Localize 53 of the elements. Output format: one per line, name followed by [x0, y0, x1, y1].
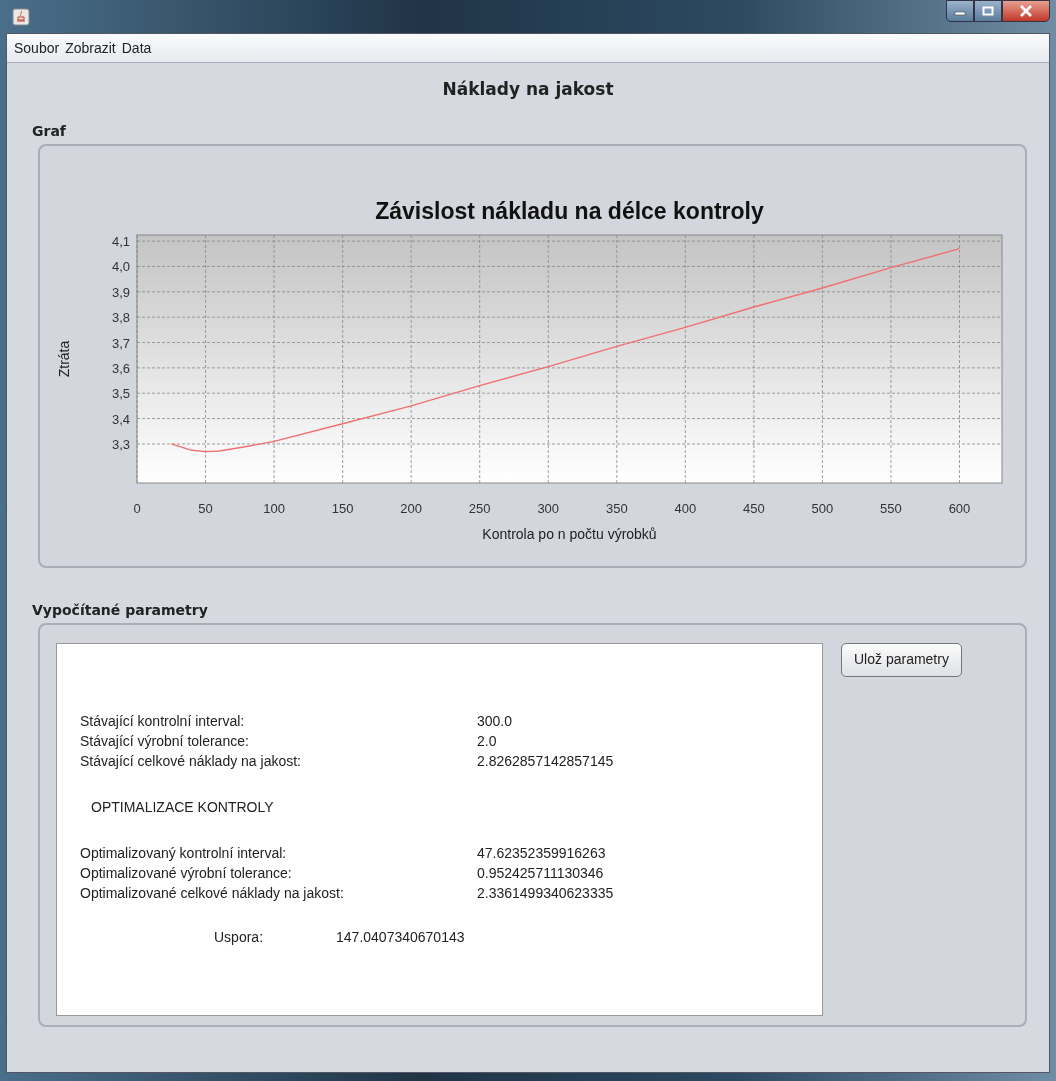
maximize-icon	[982, 6, 994, 16]
close-icon	[1019, 5, 1033, 17]
parameter-label: Optimalizované výrobní tolerance:	[80, 864, 293, 883]
minimize-button[interactable]	[946, 0, 974, 22]
parameter-value: 300.0	[477, 712, 513, 731]
y-tick-label: 4,0	[111, 258, 130, 274]
x-tick-label: 300	[537, 500, 560, 516]
x-tick-label: 0	[133, 500, 141, 516]
parameter-value: 2.3361499340623335	[477, 884, 614, 903]
x-tick-label: 250	[468, 500, 491, 516]
menu-item[interactable]: Data	[118, 37, 155, 59]
parameter-label: Optimalizovaný kontrolní interval:	[80, 844, 288, 863]
x-tick-label: 550	[880, 500, 902, 516]
savings-label: Uspora:	[214, 928, 264, 947]
save-button[interactable]: Ulož parametry	[841, 642, 962, 677]
parameter-label: Stávající celkové náklady na jakost:	[80, 752, 302, 771]
y-axis-title: Ztráta	[56, 340, 72, 377]
x-tick-label: 50	[198, 500, 213, 516]
section-heading: OPTIMALIZACE KONTROLY	[91, 798, 274, 817]
x-tick-label: 150	[331, 500, 354, 516]
y-tick-label: 3,3	[111, 436, 130, 452]
app-icon	[12, 7, 30, 26]
parameter-value: 2.0	[477, 732, 497, 751]
parameter-value: 0.952425711130346	[477, 864, 604, 883]
x-axis-title: Kontrola po n počtu výrobků	[482, 525, 657, 542]
x-tick-label: 100	[263, 500, 285, 516]
maximize-button[interactable]	[974, 0, 1002, 22]
x-tick-label: 450	[743, 500, 765, 516]
savings-value: 147.0407340670143	[336, 928, 465, 947]
parameter-value: 2.8262857142857145	[477, 752, 614, 771]
parameter-value: 47.62352359916263	[477, 844, 606, 863]
y-tick-label: 3,4	[111, 411, 130, 427]
chart-title: Závislost nákladu na délce kontroly	[375, 197, 764, 224]
panel-label: Graf	[32, 121, 67, 141]
x-tick-label: 500	[811, 500, 834, 516]
menu-item[interactable]: Soubor	[11, 37, 63, 59]
close-button[interactable]	[1002, 0, 1050, 22]
y-tick-label: 3,9	[111, 284, 130, 300]
page-heading: Náklady na jakost	[441, 78, 615, 101]
y-tick-label: 3,6	[111, 360, 130, 376]
menu-item[interactable]: Zobrazit	[62, 37, 119, 59]
x-tick-label: 400	[674, 500, 697, 516]
x-tick-label: 200	[400, 500, 422, 516]
y-tick-label: 3,8	[111, 309, 130, 325]
x-tick-label: 600	[948, 500, 971, 516]
y-tick-label: 4,1	[111, 233, 130, 249]
parameter-label: Stávající výrobní tolerance:	[80, 732, 250, 751]
y-tick-label: 3,7	[111, 335, 130, 350]
y-tick-label: 3,5	[111, 385, 130, 401]
x-tick-label: 350	[605, 500, 628, 516]
parameter-label: Stávající kontrolní interval:	[80, 712, 246, 731]
parameter-label: Optimalizované celkové náklady na jakost:	[80, 884, 345, 903]
panel-label: Vypočítané parametry	[32, 600, 209, 620]
